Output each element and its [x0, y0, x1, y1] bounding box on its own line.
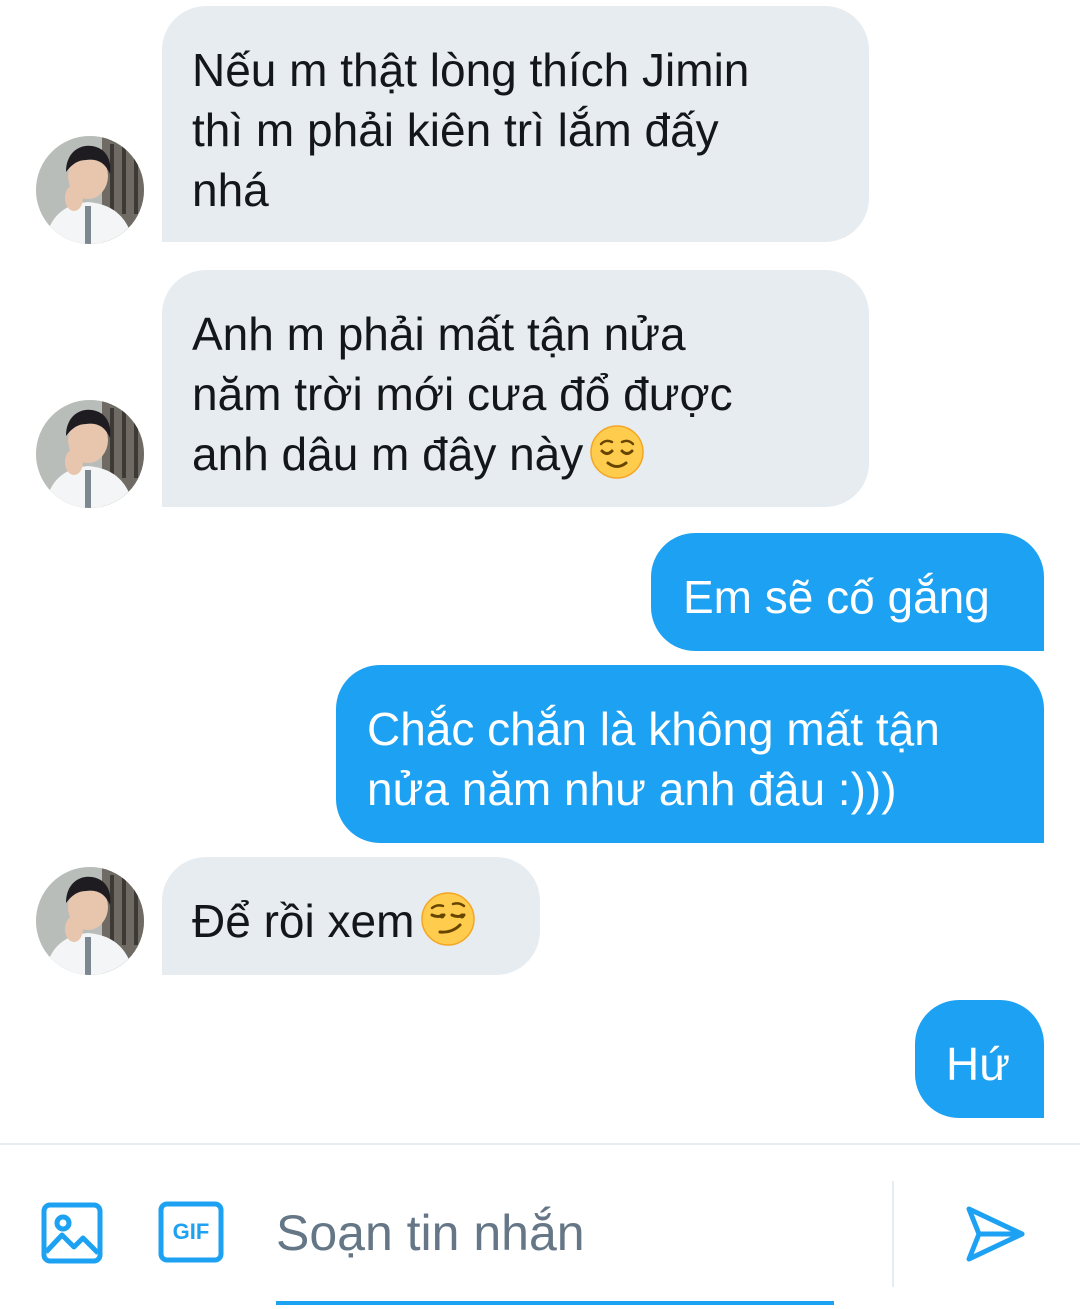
message-bubble-received[interactable]: Để rồi xem: [162, 857, 540, 975]
message-bubble-received[interactable]: Anh m phải mất tận nửa năm trời mới cưa …: [162, 270, 869, 507]
contact-avatar[interactable]: [36, 400, 144, 508]
gif-label: GIF: [172, 1219, 210, 1244]
send-button[interactable]: [962, 1201, 1028, 1267]
message-text-line: nửa năm như anh đâu :))): [367, 763, 897, 815]
message-text-line: Chắc chắn là không mất tận: [367, 703, 940, 755]
message-bubble-sent[interactable]: Hứ: [915, 1000, 1044, 1118]
smirking-face-icon: [421, 892, 476, 946]
message-thread: Nếu m thật lòng thích Jimin thì m phải k…: [0, 0, 1080, 1143]
message-composer: GIF Soạn tin nhắn: [0, 1143, 1080, 1309]
message-input[interactable]: Soạn tin nhắn: [276, 1185, 834, 1305]
message-text-line: thì m phải kiên trì lắm đấy: [192, 104, 719, 156]
message-text-line-with-emoji: Để rồi xem: [192, 891, 510, 951]
message-text-line: Hứ: [946, 1038, 1011, 1090]
message-text-line: nhá: [192, 164, 269, 216]
image-button[interactable]: [40, 1201, 104, 1265]
contact-avatar[interactable]: [36, 867, 144, 975]
gif-button[interactable]: GIF: [158, 1201, 224, 1263]
message-text-line: Em sẽ cố gắng: [683, 571, 990, 623]
contact-avatar[interactable]: [36, 136, 144, 244]
message-text-line: Để rồi xem: [192, 895, 415, 947]
send-icon: [966, 1206, 1025, 1262]
message-text-line: Anh m phải mất tận nửa: [192, 308, 686, 360]
image-icon: [41, 1202, 103, 1264]
message-text-line: năm trời mới cưa đổ được: [192, 368, 733, 420]
relieved-face-icon: [590, 425, 645, 479]
message-text-line: Nếu m thật lòng thích Jimin: [192, 44, 750, 96]
message-bubble-sent[interactable]: Chắc chắn là không mất tận nửa năm như a…: [336, 665, 1044, 843]
message-bubble-received[interactable]: Nếu m thật lòng thích Jimin thì m phải k…: [162, 6, 869, 242]
message-text-line-with-emoji: anh dâu m đây này: [192, 424, 839, 484]
message-input-placeholder: Soạn tin nhắn: [276, 1205, 585, 1261]
composer-divider: [892, 1181, 894, 1287]
message-text-line: anh dâu m đây này: [192, 428, 584, 480]
message-bubble-sent[interactable]: Em sẽ cố gắng: [651, 533, 1044, 651]
